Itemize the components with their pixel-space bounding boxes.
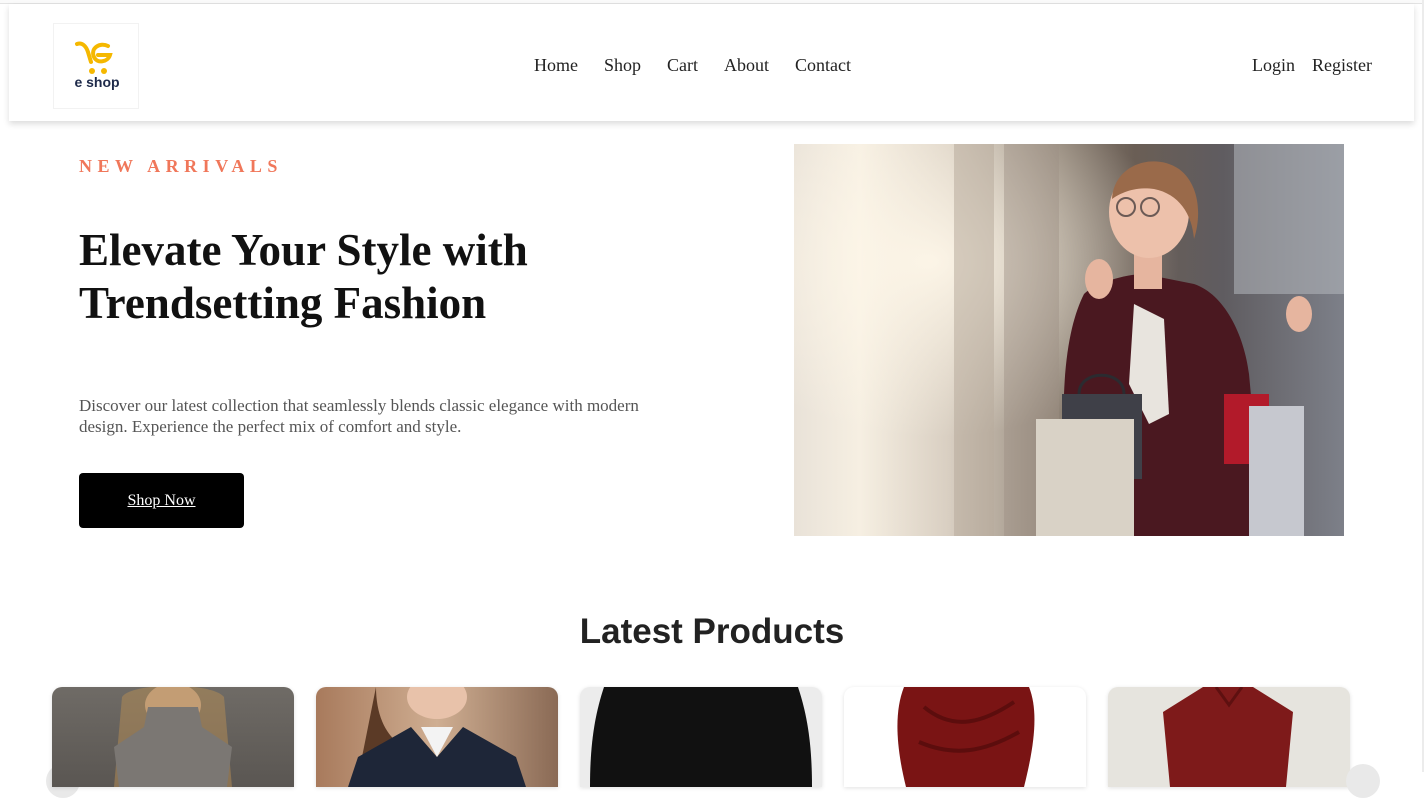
hero-description: Discover our latest collection that seam… xyxy=(79,396,639,436)
nav-shop[interactable]: Shop xyxy=(604,55,641,76)
auth-links: Login Register xyxy=(1252,55,1372,76)
nav-about[interactable]: About xyxy=(724,55,769,76)
nav-cart[interactable]: Cart xyxy=(667,55,698,76)
brand-logo[interactable]: e shop xyxy=(53,23,139,109)
red-twist-dress-image xyxy=(897,687,1035,787)
nav-home[interactable]: Home xyxy=(534,55,578,76)
carousel-next-button[interactable] xyxy=(1346,764,1380,798)
grey-knit-top-image xyxy=(114,687,232,787)
hero-eyebrow: NEW ARRIVALS xyxy=(79,156,283,176)
main-nav: Home Shop Cart About Contact xyxy=(534,55,851,76)
register-link[interactable]: Register xyxy=(1312,55,1372,76)
brand-name: e shop xyxy=(74,74,120,90)
nav-contact[interactable]: Contact xyxy=(795,55,851,76)
navy-blazer-image xyxy=(348,687,526,787)
red-long-sleeve-top-image xyxy=(1163,687,1293,787)
black-skirt-image xyxy=(590,687,812,787)
shop-now-button[interactable]: Shop Now xyxy=(79,473,244,528)
product-card[interactable] xyxy=(52,687,294,787)
product-card[interactable] xyxy=(580,687,822,787)
login-link[interactable]: Login xyxy=(1252,55,1295,76)
hero-title-line-2: Trendsetting Fashion xyxy=(79,278,487,328)
product-card[interactable] xyxy=(844,687,1086,787)
woman-shopping-illustration xyxy=(794,144,1344,536)
shopping-cart-logo-icon xyxy=(75,41,113,74)
site-header: e shop Home Shop Cart About Contact Logi… xyxy=(9,4,1414,121)
hero-title-line-1: Elevate Your Style with xyxy=(79,225,528,275)
product-card[interactable] xyxy=(316,687,558,787)
hero-title: Elevate Your Style with Trendsetting Fas… xyxy=(79,224,639,330)
hero-image xyxy=(794,144,1344,536)
product-card[interactable] xyxy=(1108,687,1350,787)
latest-products-title: Latest Products xyxy=(579,612,845,651)
